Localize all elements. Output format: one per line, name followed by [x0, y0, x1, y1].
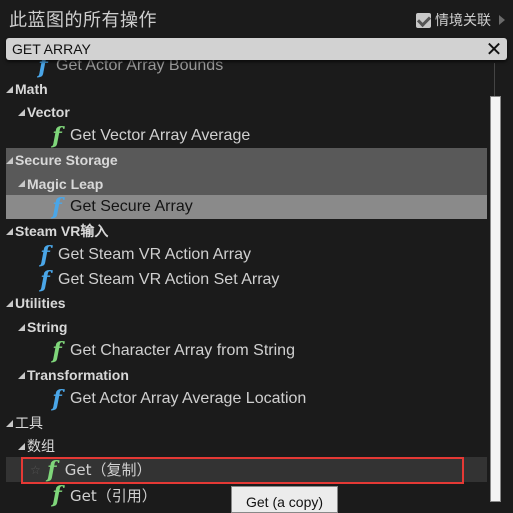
function-icon: f	[52, 194, 62, 220]
tree-item-label: Get Actor Array Average Location	[70, 390, 307, 407]
tree-item-label: 工具	[15, 416, 43, 432]
search-box: ✕	[6, 38, 507, 60]
panel-title: 此蓝图的所有操作	[9, 10, 157, 31]
tree-item-function[interactable]: f Get Actor Array Average Location	[6, 387, 487, 411]
tree-item-function[interactable]: f Get Character Array from String	[6, 339, 487, 363]
function-icon: f	[52, 482, 62, 508]
tree-item-label: Get（引用）	[70, 486, 157, 505]
expand-arrow-icon[interactable]	[499, 15, 505, 25]
scrollbar-thumb[interactable]	[490, 96, 501, 502]
tree-item-label: 数组	[27, 439, 55, 455]
tree-category-vector[interactable]: Vector	[6, 100, 487, 124]
close-icon[interactable]: ✕	[484, 39, 504, 59]
tree-item-label: String	[27, 319, 68, 335]
annotation-highlight-box	[21, 457, 464, 484]
function-icon: f	[52, 123, 62, 149]
tree-item-function[interactable]: f Get Vector Array Average	[6, 124, 487, 148]
action-menu-panel: 此蓝图的所有操作 情境关联 ✕ f Get Actor Array Bounds…	[0, 0, 513, 513]
tree-item-label: Vector	[27, 104, 70, 120]
tree-item-label: Get Steam VR Action Array	[58, 246, 251, 263]
tree-item-label: Secure Storage	[15, 152, 118, 168]
tree-item-label: Utilities	[15, 295, 66, 311]
tree-item-label: Get Steam VR Action Set Array	[58, 271, 280, 288]
expanded-triangle-icon[interactable]	[18, 442, 25, 450]
expanded-triangle-icon[interactable]	[6, 419, 13, 427]
action-tree: f Get Actor Array Bounds Math Vector f G…	[6, 55, 487, 513]
expanded-triangle-icon[interactable]	[6, 227, 13, 235]
tree-item-label: Magic Leap	[27, 175, 104, 192]
tree-item-function[interactable]: f Get Steam VR Action Set Array	[6, 268, 487, 292]
tree-item-label: Math	[15, 81, 48, 97]
tree-item-function-selected[interactable]: f Get Secure Array	[6, 195, 487, 219]
context-sensitive-checkbox[interactable]	[416, 12, 431, 28]
scrollbar[interactable]	[490, 63, 501, 513]
tree-item-label: Get Secure Array	[70, 198, 193, 215]
tree-item-label: Get Character Array from String	[70, 342, 295, 359]
expanded-triangle-icon[interactable]	[6, 156, 13, 164]
tooltip: Get (a copy)	[231, 486, 338, 513]
expanded-triangle-icon[interactable]	[6, 85, 13, 93]
expanded-triangle-icon[interactable]	[18, 371, 25, 379]
tree-category-utilities[interactable]: Utilities	[6, 291, 487, 315]
function-icon: f	[40, 242, 50, 268]
tree-category-magic-leap[interactable]: Magic Leap	[6, 172, 487, 195]
expanded-triangle-icon[interactable]	[18, 180, 25, 187]
tree-category-array[interactable]: 数组	[6, 434, 487, 458]
tree-item-function[interactable]: f Get Steam VR Action Array	[6, 243, 487, 267]
expanded-triangle-icon[interactable]	[18, 108, 25, 116]
tree-category-string[interactable]: String	[6, 315, 487, 339]
search-input[interactable]	[12, 38, 472, 60]
function-icon: f	[40, 267, 50, 293]
tree-category-transformation[interactable]: Transformation	[6, 363, 487, 387]
tree-category-secure-storage[interactable]: Secure Storage	[6, 148, 487, 172]
tree-item-label: Steam VR输入	[15, 223, 109, 239]
expanded-triangle-icon[interactable]	[6, 299, 13, 307]
tree-category-tools[interactable]: 工具	[6, 411, 487, 435]
tree-item-label: Get Vector Array Average	[70, 127, 251, 144]
function-icon: f	[52, 338, 62, 364]
tree-category-steam-vr-input[interactable]: Steam VR输入	[6, 219, 487, 243]
context-sensitive-label: 情境关联	[435, 13, 491, 29]
tree-item-label: Transformation	[27, 367, 129, 383]
tree-category-math[interactable]: Math	[6, 77, 487, 101]
expanded-triangle-icon[interactable]	[18, 323, 25, 331]
function-icon: f	[52, 386, 62, 412]
context-sensitive-toggle[interactable]: 情境关联	[416, 10, 505, 30]
